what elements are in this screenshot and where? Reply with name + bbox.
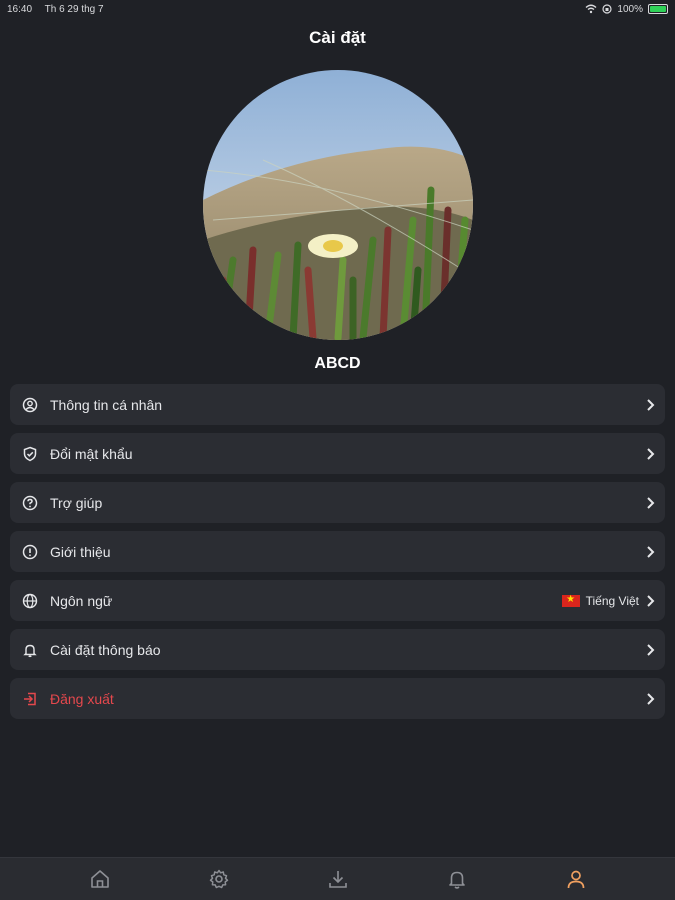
status-time: 16:40	[7, 3, 33, 15]
menu-item-change-password[interactable]: Đổi mật khẩu	[10, 433, 665, 474]
chevron-right-icon	[647, 398, 655, 411]
tab-home[interactable]	[80, 864, 120, 894]
download-icon	[328, 871, 347, 888]
menu-item-label: Thông tin cá nhân	[50, 396, 163, 413]
help-circle-icon	[22, 495, 38, 511]
menu-item-label: Trợ giúp	[50, 494, 103, 511]
info-circle-icon	[22, 544, 38, 560]
tab-settings[interactable]	[199, 864, 239, 894]
language-value: Tiếng Việt	[585, 593, 639, 608]
user-icon	[567, 870, 584, 889]
wifi-icon	[585, 4, 597, 14]
bell-icon	[448, 871, 465, 889]
globe-icon	[22, 593, 38, 609]
status-right: 100%	[585, 4, 668, 15]
home-icon	[90, 870, 109, 888]
user-circle-icon	[22, 397, 38, 413]
status-date: Th 6 29 thg 7	[44, 3, 104, 15]
menu-item-help[interactable]: Trợ giúp	[10, 482, 665, 523]
bell-icon	[22, 642, 38, 658]
chevron-right-icon	[647, 545, 655, 558]
menu-item-label: Cài đặt thông báo	[50, 641, 161, 658]
menu-item-language[interactable]: Ngôn ngữ Tiếng Việt	[10, 580, 665, 621]
logout-icon	[22, 691, 38, 707]
menu-item-label: Đổi mật khẩu	[50, 445, 133, 462]
battery-icon	[648, 4, 668, 14]
gear-icon	[209, 869, 228, 889]
tab-profile[interactable]	[556, 864, 596, 894]
orientation-lock-icon	[602, 4, 613, 14]
page-title: Cài đặt	[309, 28, 366, 47]
status-bar: 16:40 Th 6 29 thg 7 100%	[0, 0, 675, 18]
settings-menu: Thông tin cá nhân Đổi mật khẩu Trợ giúp …	[10, 384, 665, 727]
tab-notifications[interactable]	[437, 864, 477, 894]
battery-percent: 100%	[617, 3, 643, 15]
avatar[interactable]	[203, 70, 473, 340]
menu-item-about[interactable]: Giới thiệu	[10, 531, 665, 572]
chevron-right-icon	[647, 692, 655, 705]
chevron-right-icon	[647, 447, 655, 460]
user-name: ABCD	[314, 355, 361, 372]
tab-download[interactable]	[318, 864, 358, 894]
status-left: 16:40 Th 6 29 thg 7	[7, 4, 114, 15]
chevron-right-icon	[647, 643, 655, 656]
chevron-right-icon	[647, 496, 655, 509]
menu-item-label: Ngôn ngữ	[50, 592, 113, 609]
menu-item-personal-info[interactable]: Thông tin cá nhân	[10, 384, 665, 425]
menu-item-label: Đăng xuất	[50, 690, 114, 707]
menu-item-logout[interactable]: Đăng xuất	[10, 678, 665, 719]
menu-item-notification-settings[interactable]: Cài đặt thông báo	[10, 629, 665, 670]
chevron-right-icon	[647, 594, 655, 607]
menu-item-label: Giới thiệu	[50, 543, 111, 560]
shield-icon	[22, 446, 38, 462]
tab-bar	[0, 857, 675, 900]
vietnam-flag-icon	[561, 593, 580, 607]
